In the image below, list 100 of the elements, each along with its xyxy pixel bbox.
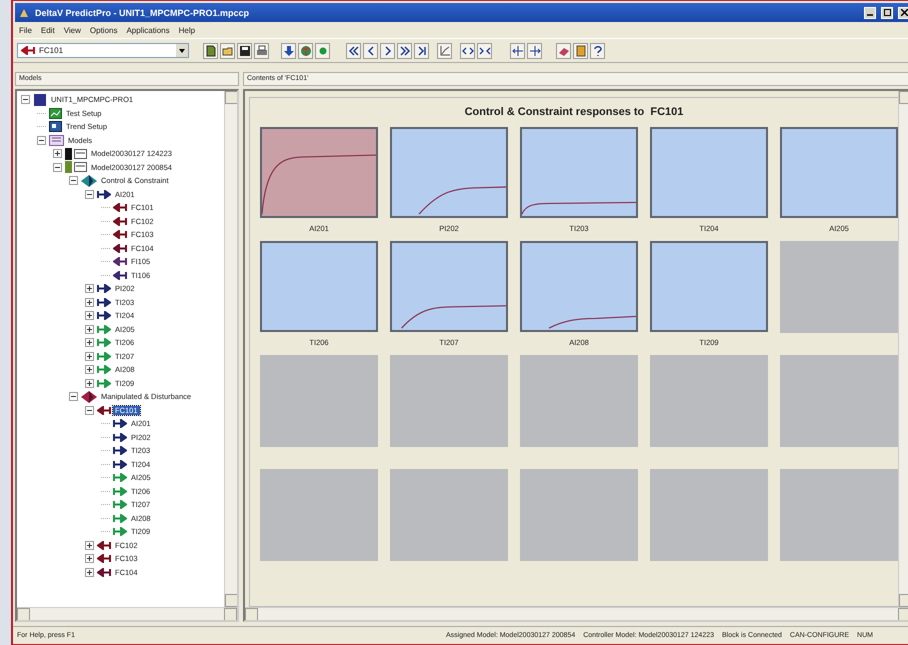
collapse-toggle[interactable] [53,162,62,172]
merge-icon [528,44,540,56]
response-plot[interactable] [520,127,638,218]
plus-icon [87,570,92,575]
expand-toggle[interactable] [85,311,94,320]
next-button[interactable] [380,42,395,58]
minus-icon [23,97,28,102]
response-plot[interactable] [520,241,638,332]
collapse-button[interactable] [477,42,492,58]
split-button[interactable] [510,42,525,58]
response-plot[interactable] [780,127,898,218]
diamond-icon [81,174,97,187]
menu-item[interactable]: File [19,26,32,34]
horizontal-scrollbar[interactable] [17,607,237,620]
plus-icon [87,326,92,332]
expand-toggle[interactable] [85,554,94,564]
book-button[interactable] [573,42,588,58]
expand-toggle[interactable] [85,324,94,334]
dropdown-caret-icon[interactable] [176,44,188,57]
arrow-left-icon [21,46,35,55]
collapse-toggle[interactable] [69,392,78,402]
open-folder-button[interactable] [220,42,235,58]
help-icon [592,44,604,56]
expand-toggle[interactable] [53,149,62,158]
trend-window-icon [49,121,62,132]
minus-icon [87,408,92,413]
collapse-toggle[interactable] [69,176,78,186]
collapse-toggle[interactable] [85,406,94,415]
minus-icon [71,178,76,184]
collapse-toggle[interactable] [85,190,94,199]
response-plot[interactable] [650,241,768,332]
window-title: DeltaV PredictPro - UNIT1_MPCMPC-PRO1.mpccp [35,8,250,18]
maximize-icon [884,9,890,16]
expand-toggle[interactable] [85,298,94,307]
expand-toggle[interactable] [85,378,94,388]
printer-icon [256,44,268,56]
expand-toggle[interactable] [85,284,94,294]
expand-toggle[interactable] [85,338,94,348]
vertical-scrollbar[interactable] [898,91,908,607]
book-icon [574,44,586,56]
plus-icon [87,286,92,292]
expand-toggle[interactable] [85,365,94,374]
collapse-toggle[interactable] [21,95,30,104]
minimize-button[interactable] [864,6,876,18]
response-plot[interactable] [260,127,378,218]
download-arrow-button[interactable] [281,42,296,58]
save-icon [238,44,250,56]
expand-toggle[interactable] [85,568,94,577]
menu-item[interactable]: Help [178,26,196,34]
folder-icon [49,134,64,146]
fast-forward-button[interactable] [397,42,412,58]
globe-button[interactable] [298,42,313,58]
response-plot[interactable] [390,127,508,218]
chart-window-icon [49,108,62,119]
last-icon [416,44,428,56]
app-icon [18,6,30,18]
previous-button[interactable] [363,42,378,58]
collapse-icon [478,44,490,56]
help-button[interactable] [590,42,605,58]
save-button[interactable] [237,42,252,58]
horizontal-scrollbar[interactable] [245,607,908,620]
record-button[interactable] [315,42,330,58]
menu-item[interactable]: Edit [40,26,55,34]
plus-icon [87,380,92,386]
selector-value: FC101 [39,46,64,55]
response-plot[interactable] [650,127,768,218]
plus-icon [55,151,60,156]
panel-title: Control & Constraint responses to FC101 [464,105,684,120]
open-folder-icon [222,44,234,56]
globe-icon [300,44,312,56]
minus-icon [71,394,76,400]
menu-item[interactable]: View [64,26,81,34]
plus-icon [87,340,92,346]
new-file-button[interactable] [203,42,218,58]
menu-item[interactable]: Applications [126,26,170,34]
expand-button[interactable] [460,42,475,58]
response-plot[interactable] [260,241,378,332]
split-icon [512,44,524,56]
expand-toggle[interactable] [85,352,94,361]
minus-icon [39,138,44,143]
chart-button[interactable] [437,42,452,58]
tag-selector[interactable]: FC101 [17,43,189,58]
new-file-icon [204,44,216,56]
close-button[interactable] [898,6,908,18]
expand-toggle[interactable] [85,540,94,550]
collapse-toggle[interactable] [37,136,46,145]
project-icon [33,94,47,106]
printer-button[interactable] [254,42,269,58]
close-icon [900,9,908,16]
last-button[interactable] [414,42,429,58]
menu-item[interactable]: Options [90,26,118,34]
merge-button[interactable] [527,42,542,58]
plus-icon [87,313,92,318]
maximize-button[interactable] [881,6,893,18]
first-button[interactable] [346,42,361,58]
eraser-button[interactable] [556,42,571,58]
plus-icon [87,354,92,359]
vertical-scrollbar[interactable] [224,91,237,607]
plus-icon [87,367,92,372]
response-plot[interactable] [390,241,508,332]
